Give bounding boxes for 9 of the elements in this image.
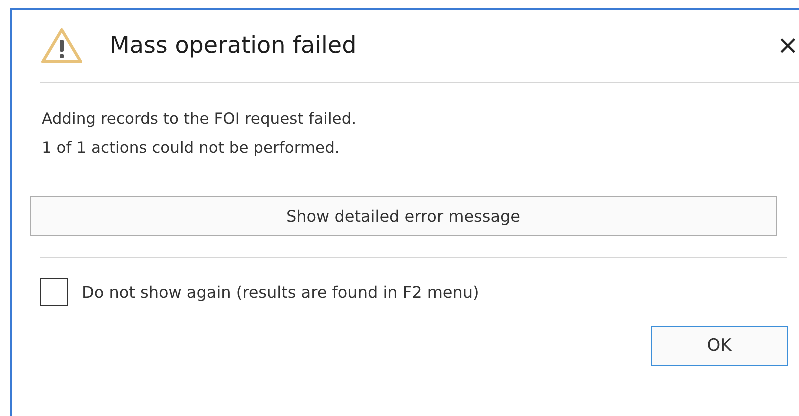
ok-button[interactable]: OK: [651, 326, 788, 366]
message-text: Adding records to the FOI request failed.: [42, 109, 358, 130]
warning-icon: [40, 27, 84, 65]
message-text: 1 of 1 actions could not be performed.: [42, 138, 341, 159]
checkbox[interactable]: [40, 278, 68, 306]
close-button[interactable]: ×: [775, 33, 799, 59]
details-button[interactable]: Show detailed error message: [30, 196, 777, 236]
dialog-title: Mass operation failed: [110, 33, 358, 59]
checkbox-label: Do not show again (results are found in F2 menu): [82, 282, 480, 302]
